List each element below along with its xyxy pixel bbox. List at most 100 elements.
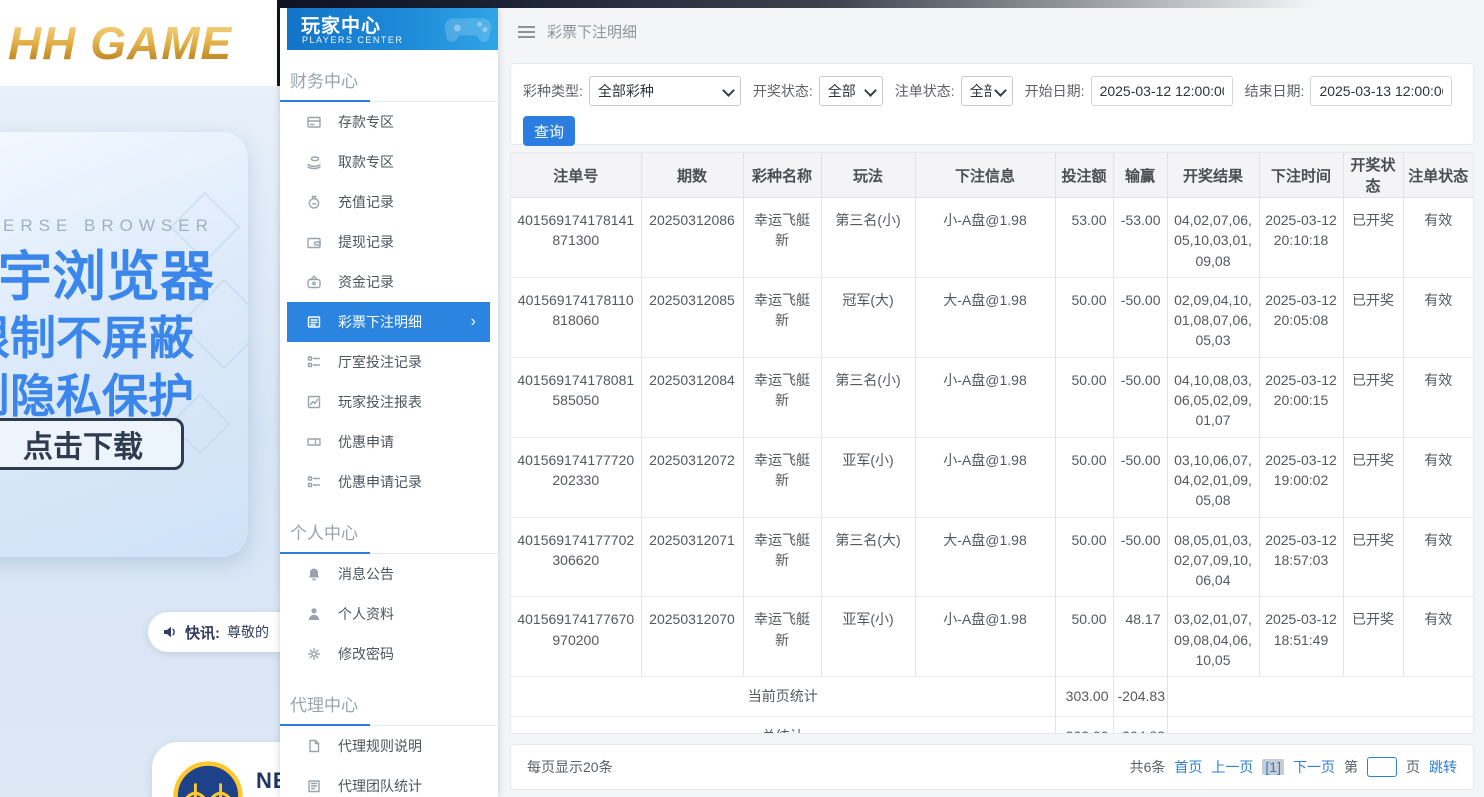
sidebar-section-title: 个人中心 (280, 512, 498, 554)
sidebar-item-user[interactable]: 个人资料 (280, 594, 498, 634)
column-header: 下注时间 (1259, 153, 1343, 198)
sidebar-item-team-stats[interactable]: 代理团队统计 (280, 766, 498, 797)
sidebar-item-label: 消息公告 (338, 564, 394, 584)
table-cell: 20250312070 (641, 597, 743, 677)
news-label: 快讯: (185, 622, 220, 643)
summary-row: 当前页统计303.00-204.83 (511, 677, 1473, 716)
promo-banner[interactable]: ERSE BROWSER 宇浏览器 限制不屏蔽 到隐私保护 点击下载 (0, 132, 248, 557)
table-cell: 亚军(小) (821, 597, 915, 677)
table-cell: 幸运飞艇新 (743, 357, 821, 437)
sidebar-item-hall-bet-record[interactable]: 厅室投注记录 (280, 342, 498, 382)
filter-panel: 彩种类型: 全部彩种 开奖状态: 全部 注单状态: 全部 开始日期: 结束日期: (510, 63, 1474, 145)
table-cell: 48.17 (1113, 597, 1167, 677)
draw-status-label: 开奖状态: (753, 81, 813, 101)
summary-row: 总统计303.00-204.83 (511, 716, 1473, 734)
sidebar-item-lottery-bet-detail[interactable]: 彩票下注明细› (287, 302, 490, 342)
sidebar-item-promo-apply[interactable]: 优惠申请 (280, 422, 498, 462)
page-number-input[interactable] (1367, 757, 1397, 777)
current-page[interactable]: [1] (1262, 759, 1284, 775)
table-cell: 02,09,04,10,01,08,07,06,05,03 (1167, 277, 1259, 357)
column-header: 彩种名称 (743, 153, 821, 198)
table-cell: 小-A盘@1.98 (915, 357, 1055, 437)
gamepad-icon (442, 12, 494, 46)
table-cell: 第三名(大) (821, 517, 915, 597)
news-text: 尊敬的 (227, 622, 269, 642)
table-cell: 20250312084 (641, 357, 743, 437)
sidebar-item-label: 代理规则说明 (338, 736, 422, 756)
sidebar-item-withdraw[interactable]: 取款专区 (280, 142, 498, 182)
sidebar-item-promo-apply-record[interactable]: 优惠申请记录 (280, 462, 498, 502)
site-logo: HH GAME (8, 16, 232, 70)
table-row: 40156917417811081806020250312085幸运飞艇新冠军(… (511, 277, 1473, 357)
table-cell: 20250312086 (641, 198, 743, 278)
funds-record-icon (306, 274, 322, 290)
bet-status-select[interactable]: 全部 (961, 76, 1013, 106)
hamburger-menu-icon[interactable] (518, 26, 535, 38)
sidebar-item-gear[interactable]: 修改密码 (280, 634, 498, 674)
table-cell: 幸运飞艇新 (743, 597, 821, 677)
table-cell: 50.00 (1055, 357, 1113, 437)
sidebar-item-funds-record[interactable]: 资金记录 (280, 262, 498, 302)
prev-page-link[interactable]: 上一页 (1211, 757, 1253, 777)
team-logo-icon (172, 760, 244, 797)
sidebar-item-label: 优惠申请记录 (338, 472, 422, 492)
pagination-bar: 每页显示20条 共6条 首页 上一页 [1] 下一页 第 页 跳转 (510, 744, 1474, 790)
table-cell: 401569174177720202330 (511, 437, 641, 517)
summary-winloss-total: -204.83 (1113, 677, 1167, 716)
sidebar-item-doc[interactable]: 代理规则说明 (280, 726, 498, 766)
sidebar-item-player-bet-report[interactable]: 玩家投注报表 (280, 382, 498, 422)
draw-status-select[interactable]: 全部 (819, 76, 883, 106)
sidebar-item-bell[interactable]: 消息公告 (280, 554, 498, 594)
table-cell: 有效 (1403, 437, 1473, 517)
table-cell: 已开奖 (1343, 437, 1403, 517)
sidebar-item-label: 修改密码 (338, 644, 394, 664)
column-header: 开奖结果 (1167, 153, 1259, 198)
first-page-link[interactable]: 首页 (1174, 757, 1202, 777)
jump-link[interactable]: 跳转 (1429, 757, 1457, 777)
table-row: 40156917417772020233020250312072幸运飞艇新亚军(… (511, 437, 1473, 517)
lottery-type-select[interactable]: 全部彩种 (589, 76, 741, 106)
query-button[interactable]: 查询 (523, 116, 575, 146)
sidebar-item-deposit[interactable]: 存款专区 (280, 102, 498, 142)
column-header: 玩法 (821, 153, 915, 198)
table-row: 40156917417808158505020250312084幸运飞艇新第三名… (511, 357, 1473, 437)
next-page-link[interactable]: 下一页 (1293, 757, 1335, 777)
sidebar-item-withdrawal-record[interactable]: 提现记录 (280, 222, 498, 262)
table-cell: 50.00 (1055, 437, 1113, 517)
sidebar-item-label: 优惠申请 (338, 432, 394, 452)
table-row: 40156917417814187130020250312086幸运飞艇新第三名… (511, 198, 1473, 278)
column-header: 开奖状态 (1343, 153, 1403, 198)
sidebar-item-label: 彩票下注明细 (338, 312, 422, 332)
promo-apply-icon (306, 434, 322, 450)
table-cell: 50.00 (1055, 597, 1113, 677)
table-row: 40156917417767097020020250312070幸运飞艇新亚军(… (511, 597, 1473, 677)
table-cell: 03,10,06,07,04,02,01,09,05,08 (1167, 437, 1259, 517)
speaker-icon (162, 624, 178, 640)
player-bet-report-icon (306, 394, 322, 410)
table-cell: -50.00 (1113, 437, 1167, 517)
table-cell: 401569174178081585050 (511, 357, 641, 437)
table-cell: 2025-03-12 19:00:02 (1259, 437, 1343, 517)
table-cell: 有效 (1403, 597, 1473, 677)
table-cell: 2025-03-12 18:57:03 (1259, 517, 1343, 597)
table-cell: 401569174177670970200 (511, 597, 641, 677)
download-button[interactable]: 点击下载 (0, 418, 184, 470)
sidebar-item-label: 个人资料 (338, 604, 394, 624)
start-date-input[interactable] (1091, 76, 1233, 106)
team-stats-icon (306, 778, 322, 794)
end-date-input[interactable] (1310, 76, 1452, 106)
sidebar-item-recharge-record[interactable]: 充值记录 (280, 182, 498, 222)
news-ticker[interactable]: 快讯: 尊敬的 (148, 612, 294, 652)
table-cell: 401569174178110818060 (511, 277, 641, 357)
bet-table: 注单号期数彩种名称玩法下注信息投注额输赢开奖结果下注时间开奖状态注单状态 401… (511, 153, 1473, 734)
summary-empty (1167, 677, 1473, 716)
table-cell: 04,02,07,06,05,10,03,01,09,08 (1167, 198, 1259, 278)
table-cell: 有效 (1403, 357, 1473, 437)
table-cell: 50.00 (1055, 277, 1113, 357)
recharge-record-icon (306, 194, 322, 210)
summary-winloss-total: -204.83 (1113, 716, 1167, 734)
bell-icon (306, 566, 322, 582)
sidebar: 玩家中心 PLAYERS CENTER 财务中心存款专区取款专区充值记录提现记录… (280, 8, 498, 797)
table-cell: 有效 (1403, 517, 1473, 597)
deposit-icon (306, 114, 322, 130)
